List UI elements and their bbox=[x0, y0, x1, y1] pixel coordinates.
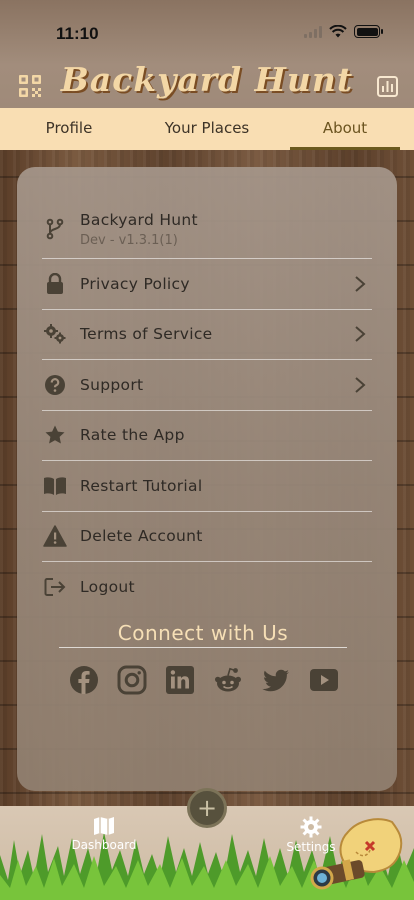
chevron-right-icon bbox=[355, 275, 366, 292]
menu-item-label: Rate the App bbox=[80, 426, 185, 445]
stats-chart-icon[interactable] bbox=[377, 76, 398, 97]
connect-divider bbox=[59, 647, 347, 648]
book-icon bbox=[43, 474, 67, 498]
about-card: Backyard Hunt Dev - v1.3.1(1) Privacy Po… bbox=[17, 167, 397, 791]
social-links bbox=[69, 665, 339, 695]
nav-dashboard-label: Dashboard bbox=[71, 838, 137, 852]
chevron-right-icon bbox=[355, 376, 366, 393]
menu-item-logout[interactable]: Logout bbox=[42, 562, 372, 613]
question-circle-icon bbox=[43, 373, 67, 397]
menu-item-label: Delete Account bbox=[80, 527, 203, 546]
logout-icon bbox=[43, 575, 67, 599]
menu-item-support[interactable]: Support bbox=[42, 360, 372, 411]
twitter-icon[interactable] bbox=[261, 665, 291, 695]
status-bar: 11:10 bbox=[0, 0, 414, 54]
nav-dashboard[interactable]: Dashboard bbox=[64, 816, 144, 852]
facebook-icon[interactable] bbox=[69, 665, 99, 695]
reddit-icon[interactable] bbox=[213, 665, 243, 695]
menu-item-label: Restart Tutorial bbox=[80, 476, 203, 495]
app-title: Backyard Hunt bbox=[60, 60, 354, 99]
top-tab-bar: Profile Your Places About bbox=[0, 108, 414, 150]
instagram-icon[interactable] bbox=[117, 665, 147, 695]
tab-profile[interactable]: Profile bbox=[0, 108, 138, 150]
status-time: 11:10 bbox=[56, 24, 99, 43]
warning-icon bbox=[43, 524, 67, 548]
gears-icon bbox=[43, 322, 67, 346]
treasure-map-spyglass-icon bbox=[310, 818, 403, 890]
branch-icon bbox=[43, 217, 67, 241]
menu-item-label: Terms of Service bbox=[80, 325, 213, 344]
app-info-row: Backyard Hunt Dev - v1.3.1(1) bbox=[42, 200, 372, 259]
tab-about[interactable]: About bbox=[276, 108, 414, 150]
linkedin-icon[interactable] bbox=[165, 665, 195, 695]
about-menu: Backyard Hunt Dev - v1.3.1(1) Privacy Po… bbox=[42, 200, 372, 613]
battery-icon bbox=[354, 25, 383, 38]
add-button[interactable]: + bbox=[187, 788, 227, 828]
chevron-right-icon bbox=[355, 326, 366, 343]
app-version: Dev - v1.3.1(1) bbox=[80, 232, 178, 248]
signal-icon bbox=[304, 25, 322, 38]
menu-item-label: Support bbox=[80, 375, 144, 394]
wifi-icon bbox=[329, 25, 347, 38]
app-name: Backyard Hunt bbox=[80, 210, 198, 229]
tab-your-places[interactable]: Your Places bbox=[138, 108, 276, 150]
menu-item-privacy-policy[interactable]: Privacy Policy bbox=[42, 259, 372, 310]
map-icon bbox=[94, 817, 114, 835]
star-icon bbox=[43, 423, 67, 447]
youtube-icon[interactable] bbox=[309, 665, 339, 695]
menu-item-rate-the-app[interactable]: Rate the App bbox=[42, 411, 372, 461]
status-icons bbox=[304, 25, 383, 38]
menu-item-restart-tutorial[interactable]: Restart Tutorial bbox=[42, 461, 372, 512]
menu-item-label: Logout bbox=[80, 578, 135, 597]
menu-item-terms-of-service[interactable]: Terms of Service bbox=[42, 310, 372, 360]
connect-title: Connect with Us bbox=[117, 621, 289, 645]
lock-icon bbox=[43, 272, 67, 296]
menu-item-delete-account[interactable]: Delete Account bbox=[42, 512, 372, 562]
menu-item-label: Privacy Policy bbox=[80, 274, 190, 293]
